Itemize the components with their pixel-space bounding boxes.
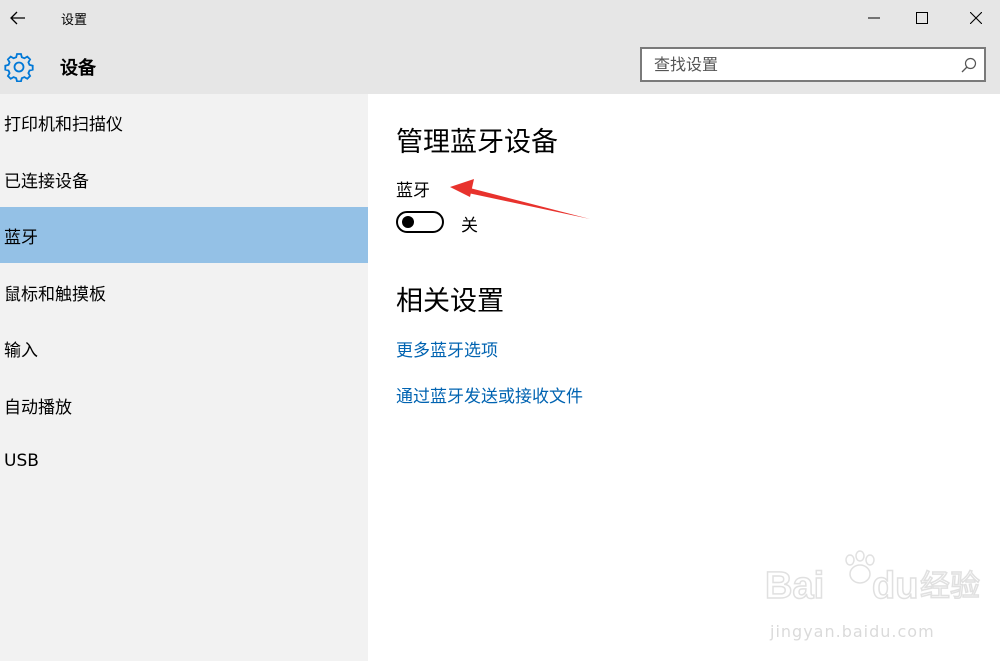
sidebar-item-printers[interactable]: 打印机和扫描仪 xyxy=(0,94,368,150)
section-title-related-settings: 相关设置 xyxy=(396,286,504,317)
sidebar-item-label: 打印机和扫描仪 xyxy=(4,114,123,135)
sidebar-item-connected-devices[interactable]: 已连接设备 xyxy=(0,151,368,207)
svg-text:Bai: Bai xyxy=(765,565,824,607)
minimize-icon xyxy=(868,17,880,19)
sidebar-item-label: 已连接设备 xyxy=(4,171,89,192)
title-bar: 设置 xyxy=(0,0,1000,36)
search-input[interactable] xyxy=(654,49,944,80)
page-title: 设备 xyxy=(60,58,96,79)
sidebar-item-label: 鼠标和触摸板 xyxy=(4,284,106,305)
bluetooth-label: 蓝牙 xyxy=(396,181,430,201)
link-more-bluetooth-options[interactable]: 更多蓝牙选项 xyxy=(396,336,498,361)
search-box[interactable] xyxy=(640,47,986,82)
sidebar-item-bluetooth[interactable]: 蓝牙 xyxy=(0,207,368,263)
minimize-button[interactable] xyxy=(850,0,898,36)
sidebar-item-label: USB xyxy=(4,451,39,471)
maximize-icon xyxy=(916,12,928,24)
back-button[interactable] xyxy=(0,0,36,36)
sidebar-item-label: 自动播放 xyxy=(4,397,72,418)
arrow-left-icon xyxy=(10,11,25,25)
baidu-watermark: Bai du 经验 jingyan.baidu.com xyxy=(760,550,990,645)
sidebar-item-mouse-touchpad[interactable]: 鼠标和触摸板 xyxy=(0,264,368,320)
close-icon xyxy=(970,12,982,24)
window-title: 设置 xyxy=(61,13,88,28)
sidebar: 打印机和扫描仪 已连接设备 蓝牙 鼠标和触摸板 输入 自动播放 USB xyxy=(0,94,368,661)
gear-icon xyxy=(4,53,34,82)
annotation-arrow-icon xyxy=(450,179,590,219)
settings-header: 设备 xyxy=(0,36,1000,94)
sidebar-item-autoplay[interactable]: 自动播放 xyxy=(0,377,368,433)
search-icon[interactable] xyxy=(961,57,977,73)
sidebar-item-usb[interactable]: USB xyxy=(0,433,368,489)
sidebar-item-label: 输入 xyxy=(4,340,38,361)
svg-text:经验: 经验 xyxy=(920,569,980,604)
close-button[interactable] xyxy=(952,0,1000,36)
svg-text:du: du xyxy=(872,565,918,607)
bluetooth-toggle[interactable] xyxy=(396,211,444,233)
section-title-manage-bluetooth: 管理蓝牙设备 xyxy=(396,127,558,158)
watermark-url: jingyan.baidu.com xyxy=(770,622,935,641)
sidebar-item-label: 蓝牙 xyxy=(4,227,38,248)
baidu-logo-icon: Bai du 经验 xyxy=(764,550,981,608)
toggle-knob xyxy=(402,216,414,228)
maximize-button[interactable] xyxy=(898,0,946,36)
sidebar-item-typing[interactable]: 输入 xyxy=(0,320,368,376)
link-send-receive-files[interactable]: 通过蓝牙发送或接收文件 xyxy=(396,382,583,407)
